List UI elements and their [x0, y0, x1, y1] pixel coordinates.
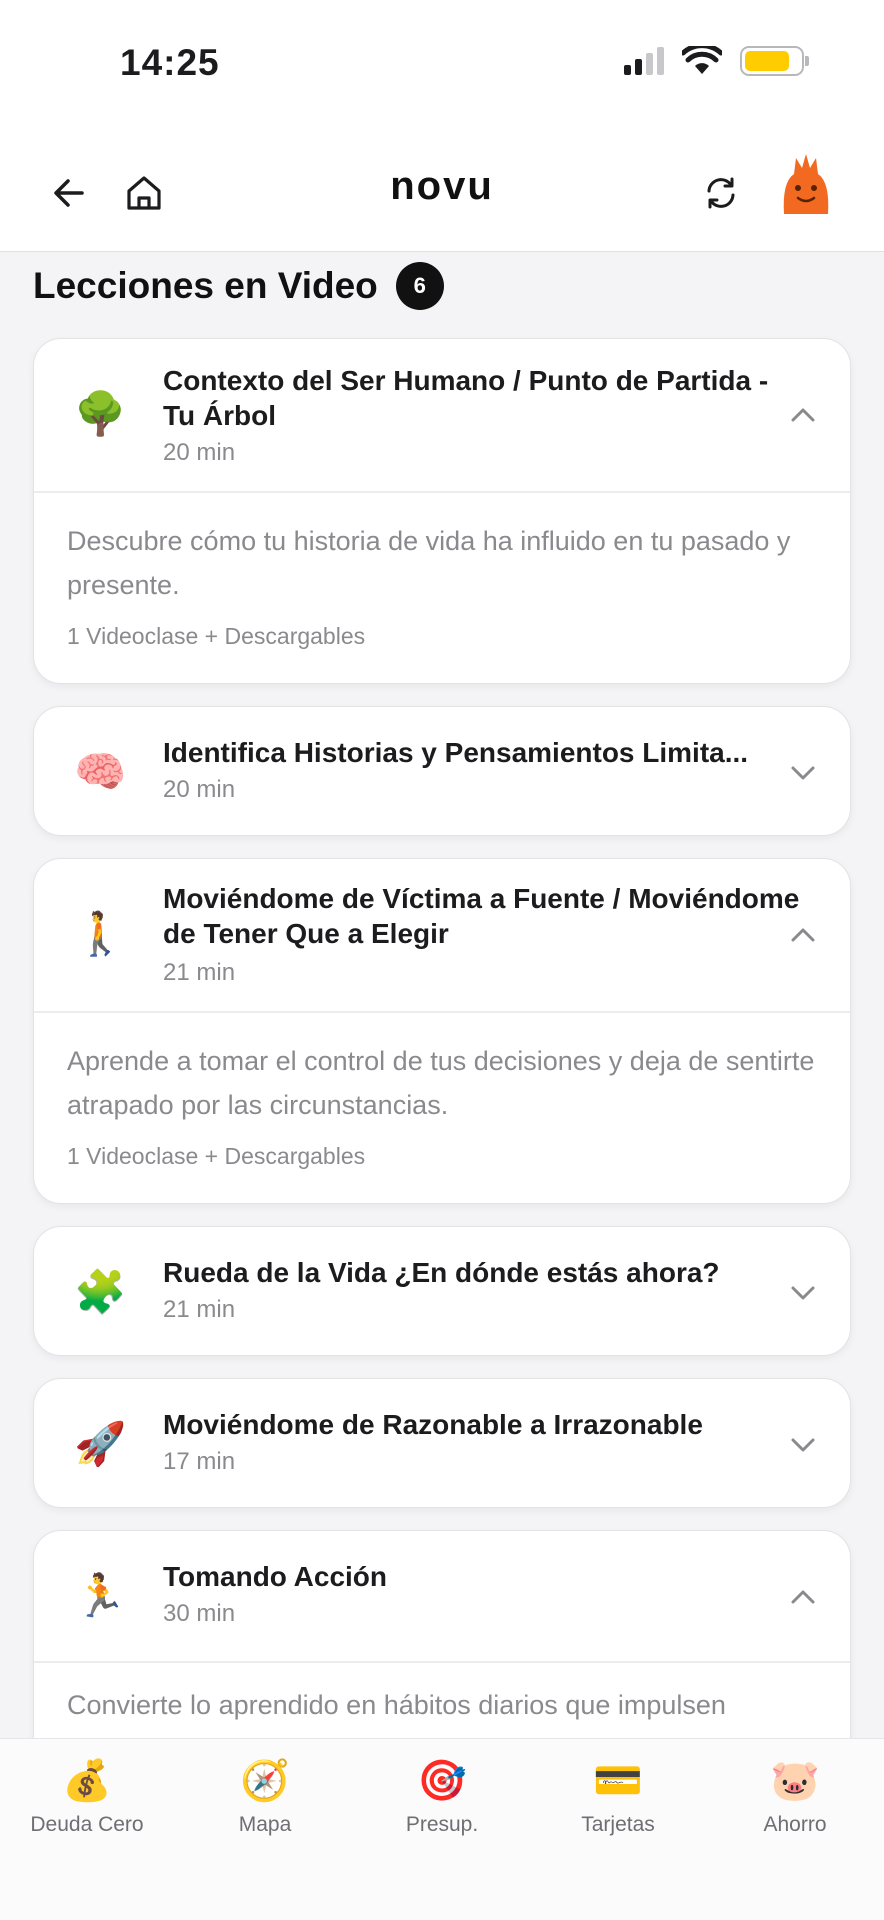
lesson-card-header[interactable]: 🧠 Identifica Historias y Pensamientos Li… [34, 707, 850, 835]
lesson-meta: 1 Videoclase + Descargables [67, 1143, 366, 1169]
status-icons [624, 46, 809, 76]
lessons-content[interactable]: Lecciones en Video 6 🌳 Contexto del Ser … [0, 252, 884, 1738]
chevron-down-icon[interactable] [788, 1278, 818, 1308]
tab-ahorro[interactable]: 🐷 Ahorro [720, 1757, 870, 1837]
compass-icon: 🧭 [240, 1759, 290, 1803]
lesson-duration: 21 min [163, 1296, 236, 1323]
chevron-up-icon[interactable] [788, 920, 818, 950]
chevron-up-icon[interactable] [788, 1582, 818, 1612]
tab-label: Deuda Cero [30, 1813, 144, 1836]
tab-label: Ahorro [763, 1813, 827, 1836]
tab-deuda-cero[interactable]: 💰 Deuda Cero [12, 1757, 162, 1837]
app-logo: novu [390, 164, 494, 208]
lesson-title: Contexto del Ser Humano / Punto de Parti… [163, 365, 769, 431]
tree-icon: 🌳 [74, 390, 127, 437]
lesson-description: Aprende a tomar el control de tus decisi… [67, 1046, 815, 1120]
chevron-down-icon[interactable] [788, 1430, 818, 1460]
lesson-meta: 1 Videoclase + Descargables [67, 623, 366, 649]
target-icon: 🎯 [417, 1759, 467, 1803]
tab-label: Tarjetas [581, 1813, 655, 1836]
divider [34, 1661, 850, 1663]
wifi-icon [682, 46, 722, 74]
status-bar: 14:25 [0, 0, 884, 130]
bottom-tab-bar: 💰 Deuda Cero 🧭 Mapa 🎯 Presup. 💳 Tarjetas… [0, 1738, 884, 1920]
pig-icon: 🐷 [770, 1759, 820, 1803]
divider [34, 491, 850, 493]
lesson-duration: 30 min [163, 1600, 236, 1627]
lesson-title: Tomando Acción [163, 1561, 387, 1592]
status-time: 14:25 [120, 42, 220, 83]
divider [34, 1011, 850, 1013]
chevron-down-icon[interactable] [788, 758, 818, 788]
tab-tarjetas[interactable]: 💳 Tarjetas [543, 1757, 693, 1837]
money-bag-icon: 💰 [62, 1759, 112, 1803]
lesson-duration: 20 min [163, 776, 236, 803]
lesson-description: Convierte lo aprendido en hábitos diario… [67, 1690, 726, 1720]
lesson-card[interactable]: 🌳 Contexto del Ser Humano / Punto de Par… [33, 338, 851, 684]
puzzle-piece-icon: 🧩 [74, 1268, 127, 1315]
tab-label: Presup. [405, 1813, 479, 1836]
lesson-duration: 17 min [163, 1448, 236, 1475]
section-title: Lecciones en Video [33, 265, 378, 306]
lesson-card[interactable]: 🧠 Identifica Historias y Pensamientos Li… [33, 706, 851, 836]
tab-presupuesto[interactable]: 🎯 Presup. [367, 1757, 517, 1837]
lesson-card[interactable]: 🚶 Moviéndome de Víctima a Fuente / Movié… [33, 858, 851, 1204]
tab-mapa[interactable]: 🧭 Mapa [190, 1757, 340, 1837]
refresh-button[interactable] [696, 168, 746, 218]
lesson-card-header[interactable]: 🚀 Moviéndome de Razonable a Irrazonable … [34, 1379, 850, 1507]
section-header: Lecciones en Video 6 [33, 262, 444, 310]
lesson-duration: 21 min [163, 959, 236, 986]
chevron-up-icon[interactable] [788, 400, 818, 430]
avatar[interactable] [776, 152, 836, 216]
lesson-card-header[interactable]: 🧩 Rueda de la Vida ¿En dónde estás ahora… [34, 1227, 850, 1355]
lesson-title: Rueda de la Vida ¿En dónde estás ahora? [163, 1257, 720, 1288]
battery-icon [740, 46, 809, 76]
walking-person-icon: 🚶 [74, 910, 127, 957]
lesson-card-header[interactable]: 🚶 Moviéndome de Víctima a Fuente / Movié… [34, 859, 850, 1011]
running-person-icon: 🏃 [74, 1572, 127, 1619]
brain-icon: 🧠 [74, 748, 127, 795]
mascot-avatar-icon [783, 154, 829, 214]
lesson-title: Moviéndome de Razonable a Irrazonable [163, 1409, 703, 1440]
refresh-icon [707, 177, 735, 209]
rocket-icon: 🚀 [74, 1420, 127, 1467]
lesson-card-header[interactable]: 🏃 Tomando Acción 30 min [34, 1531, 850, 1661]
lesson-card-header[interactable]: 🌳 Contexto del Ser Humano / Punto de Par… [34, 339, 850, 491]
credit-card-icon: 💳 [593, 1759, 643, 1803]
top-navigation-bar: novu [0, 130, 884, 252]
lesson-title: Identifica Historias y Pensamientos Limi… [163, 737, 749, 768]
lesson-count-badge: 6 [395, 262, 444, 310]
lesson-title: Moviéndome de Víctima a Fuente / Moviénd… [163, 883, 800, 949]
lesson-duration: 20 min [163, 439, 236, 466]
lesson-card[interactable]: 🧩 Rueda de la Vida ¿En dónde estás ahora… [33, 1226, 851, 1356]
lesson-description: Descubre cómo tu historia de vida ha inf… [67, 526, 791, 600]
lesson-card[interactable]: 🏃 Tomando Acción 30 min Convierte lo apr… [33, 1530, 851, 1738]
tab-label: Mapa [238, 1813, 292, 1836]
lesson-card[interactable]: 🚀 Moviéndome de Razonable a Irrazonable … [33, 1378, 851, 1508]
cellular-signal-icon [624, 47, 664, 75]
